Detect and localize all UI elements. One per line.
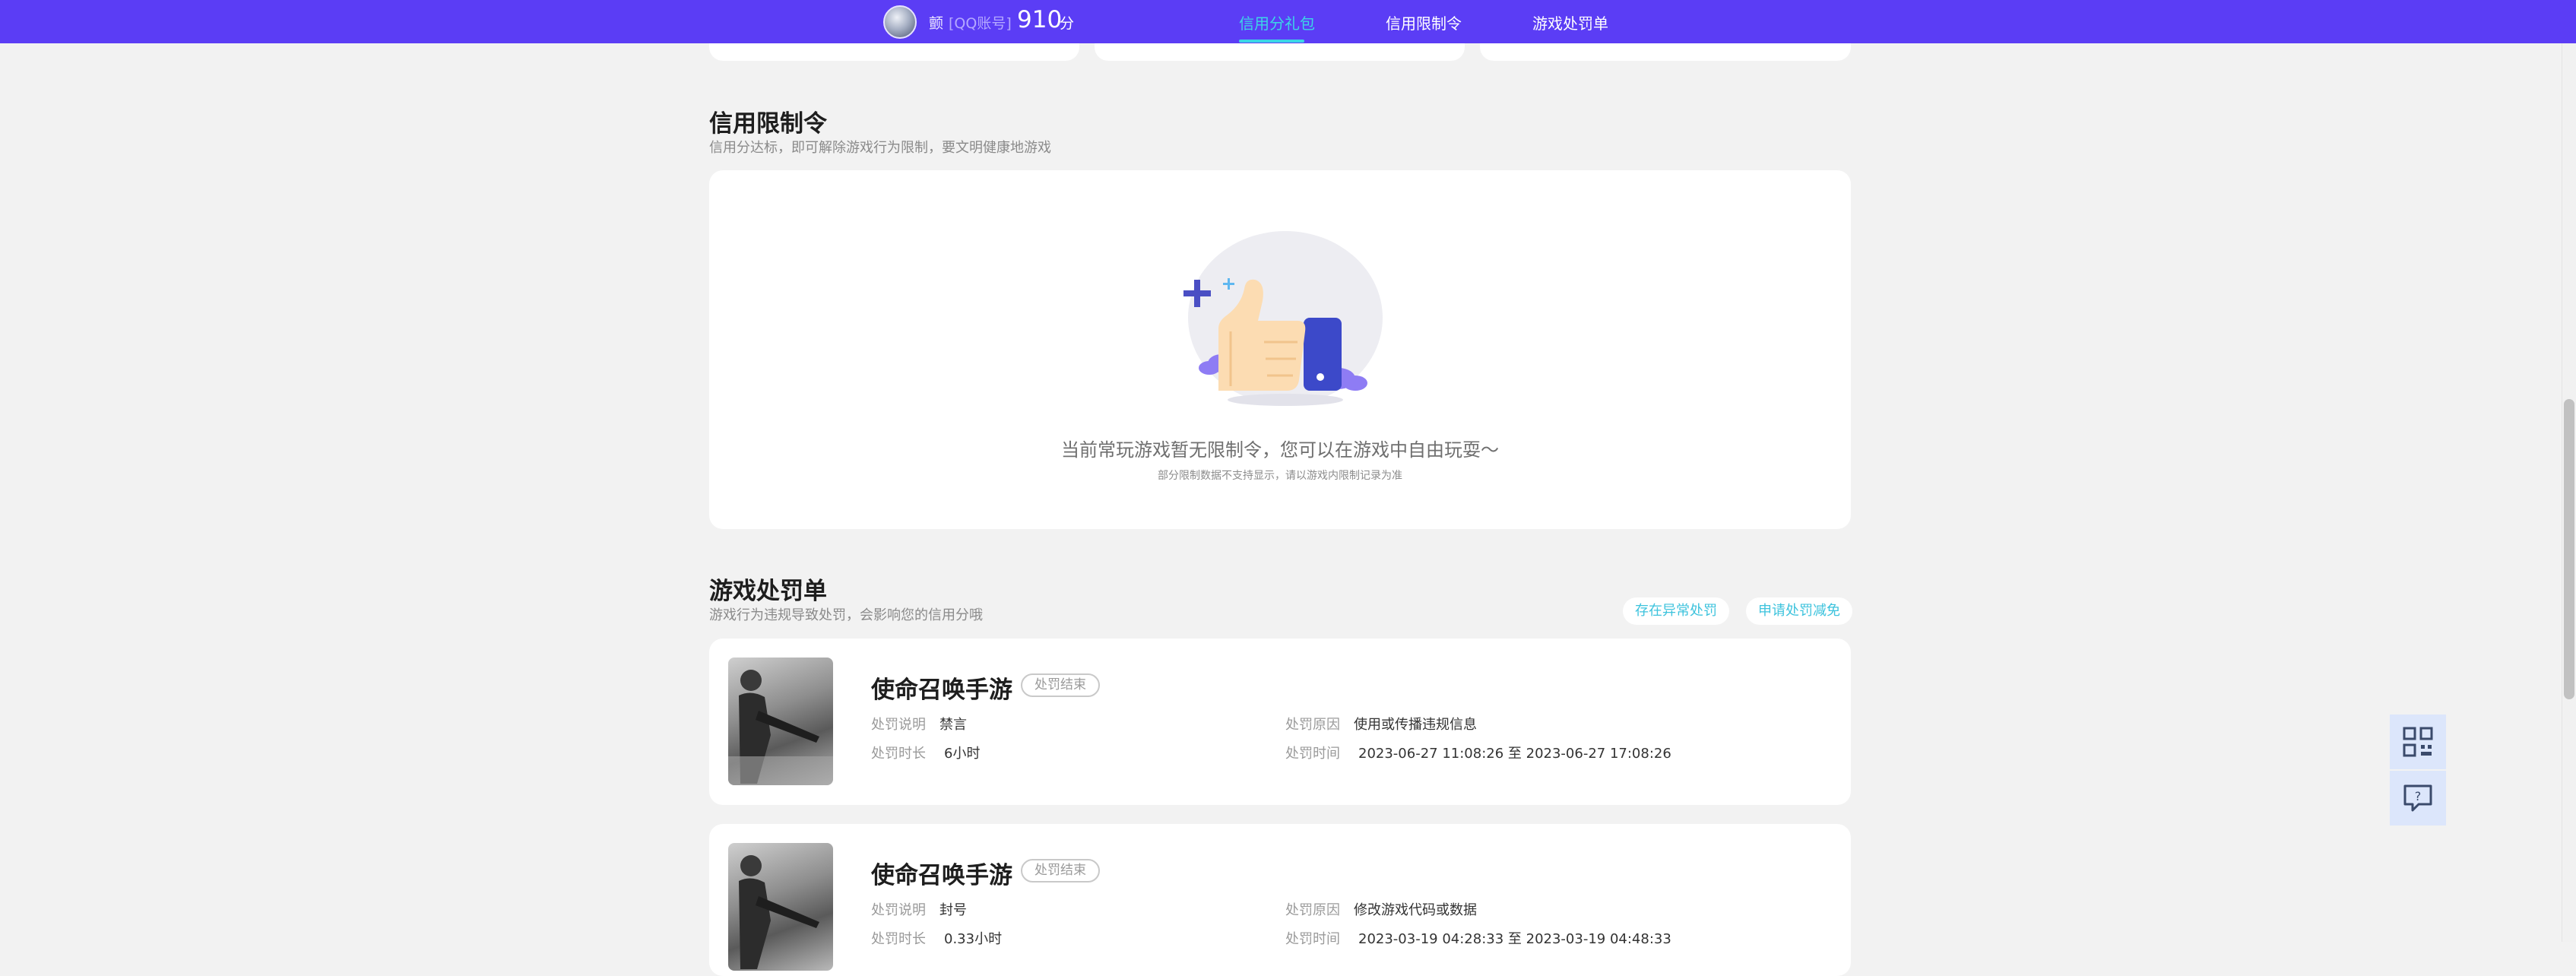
status-badge: 处罚结束	[1021, 673, 1100, 697]
credit-score: 910	[1017, 6, 1063, 33]
penalty-card[interactable]: 使命召唤手游 处罚结束 处罚说明 禁言 处罚原因 使用或传播违规信息 处罚时长 …	[709, 639, 1851, 805]
empty-state-note: 部分限制数据不支持显示，请以游戏内限制记录为准	[1158, 470, 1402, 482]
credit-score-unit: 分	[1060, 15, 1075, 32]
thumbs-up-icon	[1183, 231, 1383, 406]
game-thumbnail	[728, 658, 833, 785]
account-type: [QQ账号]	[949, 15, 1012, 32]
label-time: 处罚时间	[1285, 746, 1340, 762]
value-reason: 使用或传播违规信息	[1354, 717, 1477, 733]
value-time: 2023-03-19 04:28:33 至 2023-03-19 04:48:3…	[1358, 931, 1671, 947]
game-thumbnail	[728, 843, 833, 971]
penalty-section-subtitle: 游戏行为违规导致处罚，会影响您的信用分哦	[709, 607, 983, 623]
svg-text:?: ?	[2415, 789, 2422, 803]
page-scrollbar-thumb[interactable]	[2564, 399, 2574, 699]
label-desc: 处罚说明	[871, 902, 926, 918]
abnormal-penalty-button[interactable]: 存在异常处罚	[1623, 597, 1729, 625]
status-badge: 处罚结束	[1021, 859, 1100, 883]
label-duration: 处罚时长	[871, 931, 926, 947]
value-duration: 6小时	[944, 746, 981, 762]
label-duration: 处罚时长	[871, 746, 926, 762]
value-reason: 修改游戏代码或数据	[1354, 902, 1477, 918]
tab-credit-gift[interactable]: 信用分礼包	[1239, 11, 1315, 33]
top-nav-bar: 颤 [QQ账号] 910 分 信用分礼包 信用限制令 游戏处罚单	[0, 0, 2576, 43]
avatar[interactable]	[883, 5, 917, 39]
label-reason: 处罚原因	[1285, 717, 1340, 733]
feedback-icon: ?	[2403, 784, 2432, 812]
restriction-section-title: 信用限制令	[709, 110, 827, 138]
tab-credit-restriction[interactable]: 信用限制令	[1386, 11, 1462, 33]
penalty-card[interactable]: 使命召唤手游 处罚结束 处罚说明 封号 处罚原因 修改游戏代码或数据 处罚时长 …	[709, 824, 1851, 976]
value-desc: 封号	[939, 902, 967, 918]
active-tab-underline	[1239, 40, 1304, 43]
feedback-button[interactable]: ?	[2390, 771, 2446, 825]
tab-game-penalty[interactable]: 游戏处罚单	[1532, 11, 1608, 33]
appeal-penalty-button[interactable]: 申请处罚减免	[1746, 597, 1852, 625]
empty-state-message: 当前常玩游戏暂无限制令，您可以在游戏中自由玩耍～	[1061, 439, 1499, 461]
restriction-section-subtitle: 信用分达标，即可解除游戏行为限制，要文明健康地游戏	[709, 140, 1051, 156]
penalty-section-title: 游戏处罚单	[709, 578, 827, 605]
qr-code-button[interactable]	[2390, 715, 2446, 769]
label-time: 处罚时间	[1285, 931, 1340, 947]
game-name: 使命召唤手游	[871, 677, 1012, 704]
label-reason: 处罚原因	[1285, 902, 1340, 918]
value-desc: 禁言	[939, 717, 967, 733]
user-name: 颤	[929, 15, 944, 32]
value-time: 2023-06-27 11:08:26 至 2023-06-27 17:08:2…	[1358, 746, 1671, 762]
qr-code-icon	[2403, 727, 2433, 757]
game-name: 使命召唤手游	[871, 862, 1012, 889]
label-desc: 处罚说明	[871, 717, 926, 733]
value-duration: 0.33小时	[944, 931, 1003, 947]
